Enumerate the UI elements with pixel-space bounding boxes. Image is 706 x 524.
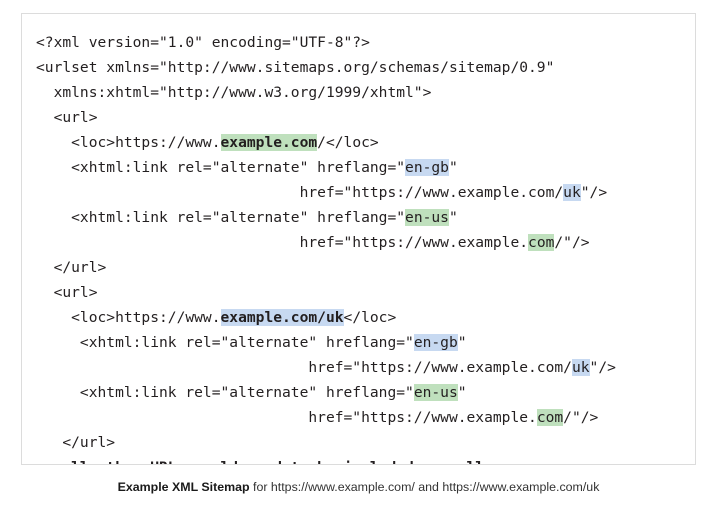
code-text: <loc>https://www. (36, 309, 221, 326)
code-text: href="https://www.example. (36, 234, 529, 251)
highlight-hreflang-en-gb: en-gb (405, 159, 449, 176)
code-text: </url> (36, 259, 107, 276)
code-text: "/> (580, 184, 608, 201)
code-line-loc-uk: <loc>https://www.example.com/uk</loc> (36, 305, 695, 330)
code-text: <url> (36, 109, 98, 126)
figure-root: <?xml version="1.0" encoding="UTF-8"?> <u… (0, 0, 706, 524)
code-text: <xhtml:link rel="alternate" hreflang=" (36, 384, 414, 401)
code-text: /"/> (554, 234, 590, 251)
code-text: " (448, 209, 458, 226)
code-text: " (457, 334, 467, 351)
code-text: <xhtml:link rel="alternate" hreflang=" (36, 334, 414, 351)
code-text: <xhtml:link rel="alternate" hreflang=" (36, 159, 406, 176)
code-line: <?xml version="1.0" encoding="UTF-8"?> (36, 30, 695, 55)
code-text: <loc>https://www. (36, 134, 221, 151)
code-line: <xhtml:link rel="alternate" hreflang="en… (36, 155, 695, 180)
highlight-href-uk: uk (563, 184, 581, 201)
code-line-loc-root: <loc>https://www.example.com/</loc> (36, 130, 695, 155)
code-line: <xhtml:link rel="alternate" hreflang="en… (36, 380, 695, 405)
code-text: href="https://www.example. (36, 409, 537, 426)
code-text: /</loc> (317, 134, 379, 151)
highlight-href-uk: uk (571, 359, 590, 376)
xml-sitemap-code-block: <?xml version="1.0" encoding="UTF-8"?> <u… (21, 13, 696, 465)
code-line: <url> (36, 280, 695, 305)
code-text: " (448, 159, 458, 176)
code-line: href="https://www.example.com/"/> (36, 405, 695, 430)
figure-caption-title: Example XML Sitemap (117, 480, 250, 494)
code-text: </url> (36, 434, 116, 451)
code-note-text: ...all other URLs would need to be inclu… (36, 459, 510, 464)
code-text: xmlns:xhtml="http://www.w3.org/1999/xhtm… (36, 84, 432, 101)
code-line: <xhtml:link rel="alternate" hreflang="en… (36, 330, 695, 355)
code-line: href="https://www.example.com/uk"/> (36, 355, 695, 380)
code-text: <urlset xmlns="http://www.sitemaps.org/s… (36, 59, 555, 76)
code-text: href="https://www.example.com/ (36, 359, 572, 376)
code-line: href="https://www.example.com/"/> (36, 230, 695, 255)
code-line: <url> (36, 105, 695, 130)
code-text: href="https://www.example.com/ (36, 184, 564, 201)
code-text: <?xml version="1.0" encoding="UTF-8"?> (36, 34, 370, 51)
highlight-hreflang-en-gb: en-gb (413, 334, 458, 351)
code-text: <xhtml:link rel="alternate" hreflang=" (36, 209, 406, 226)
code-text: </loc> (343, 309, 397, 326)
code-text: " (457, 384, 467, 401)
code-content: <?xml version="1.0" encoding="UTF-8"?> <u… (22, 14, 695, 464)
code-text: <url> (36, 284, 98, 301)
code-line: <xhtml:link rel="alternate" hreflang="en… (36, 205, 695, 230)
code-text: "/> (589, 359, 616, 376)
highlight-domain-root: example.com (220, 134, 318, 151)
highlight-href-com: com (528, 234, 555, 251)
code-line: href="https://www.example.com/uk"/> (36, 180, 695, 205)
code-line: </url> (36, 255, 695, 280)
code-line: <urlset xmlns="http://www.sitemaps.org/s… (36, 55, 695, 80)
figure-caption: Example XML Sitemap for https://www.exam… (21, 478, 696, 496)
code-line-note: ...all other URLs would need to be inclu… (36, 455, 695, 464)
code-text: /"/> (563, 409, 599, 426)
highlight-domain-uk: example.com/uk (220, 309, 344, 326)
code-line: xmlns:xhtml="http://www.w3.org/1999/xhtm… (36, 80, 695, 105)
highlight-href-com: com (536, 409, 564, 426)
figure-caption-detail: for https://www.example.com/ and https:/… (249, 480, 600, 494)
highlight-hreflang-en-us: en-us (413, 384, 458, 401)
highlight-hreflang-en-us: en-us (405, 209, 449, 226)
code-line: </url> (36, 430, 695, 455)
